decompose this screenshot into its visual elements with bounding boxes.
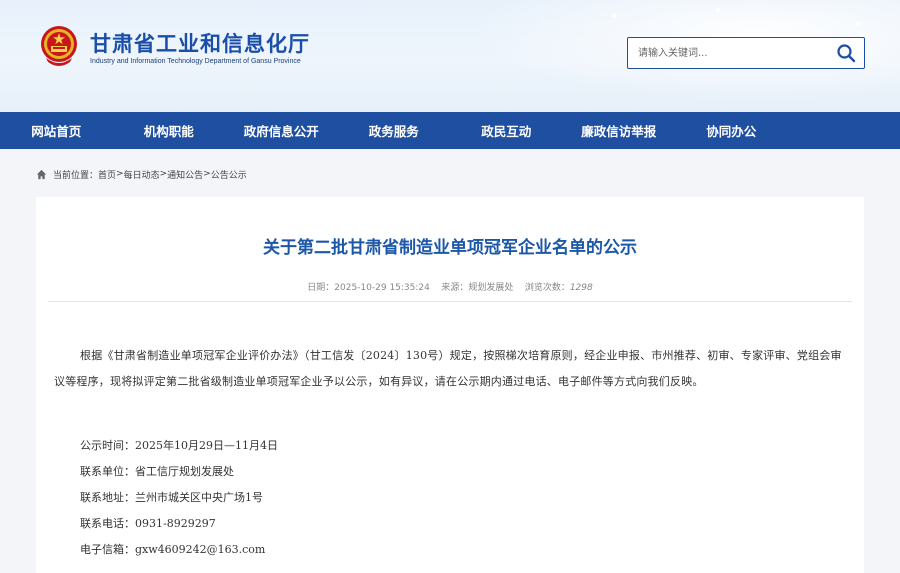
sparkle-decoration <box>716 8 720 12</box>
search-icon[interactable] <box>836 43 856 63</box>
search-box <box>627 37 865 69</box>
info-contact-unit: 联系单位：省工信厅规划发展处 <box>80 465 234 478</box>
date-label: 日期： <box>307 283 335 293</box>
breadcrumb-notices[interactable]: 通知公告 <box>167 168 203 181</box>
search-input[interactable] <box>628 38 828 68</box>
breadcrumb: 当前位置： 首页 > 每日动态 > 通知公告 > 公告公示 <box>36 167 247 181</box>
breadcrumb-separator: > <box>116 169 124 179</box>
sparkle-decoration <box>612 14 616 18</box>
info-contact-email[interactable]: 电子信箱：gxw4609242@163.com <box>80 541 265 557</box>
view-count: 1298 <box>569 283 593 293</box>
sparkle-decoration <box>856 22 860 26</box>
nav-item-interaction[interactable]: 政民互动 <box>450 121 563 140</box>
article-title: 关于第二批甘肃省制造业单项冠军企业名单的公示 <box>263 238 637 258</box>
source-label: 来源： <box>441 283 469 293</box>
nav-item-office[interactable]: 协同办公 <box>675 121 788 140</box>
info-contact-address: 联系地址：兰州市城关区中央广场1号 <box>80 491 263 504</box>
site-title[interactable]: 甘肃省工业和信息化厅 <box>90 28 310 58</box>
nav-item-info-disclosure[interactable]: 政府信息公开 <box>225 121 338 140</box>
article-card: 关于第二批甘肃省制造业单项冠军企业名单的公示 日期：2025-10-29 15:… <box>36 197 864 573</box>
nav-item-integrity-report[interactable]: 廉政信访举报 <box>563 121 676 140</box>
breadcrumb-separator: > <box>159 169 168 179</box>
breadcrumb-label: 当前位置： <box>53 170 99 181</box>
site-subtitle: Industry and Information Technology Depa… <box>90 58 301 65</box>
nav-item-home[interactable]: 网站首页 <box>0 121 113 140</box>
breadcrumb-home[interactable]: 首页 <box>98 168 116 181</box>
article-body: 根据《甘肃省制造业单项冠军企业评价办法》（甘工信发〔2024〕130号）规定，按… <box>54 349 842 388</box>
home-icon <box>36 169 47 179</box>
info-contact-phone: 联系电话：0931-8929297 <box>80 517 216 530</box>
info-publicity-period: 公示时间：2025年10月29日—11月4日 <box>80 439 278 452</box>
nav-item-gov-services[interactable]: 政务服务 <box>338 121 451 140</box>
article-source: 规划发展处 <box>468 283 514 293</box>
nav-item-functions[interactable]: 机构职能 <box>113 121 226 140</box>
national-emblem-icon <box>41 26 77 66</box>
hits-label: 浏览次数： <box>524 283 570 293</box>
divider <box>48 301 852 302</box>
breadcrumb-separator: > <box>203 169 211 179</box>
breadcrumb-announcements[interactable]: 公告公示 <box>211 168 247 181</box>
breadcrumb-daily-news[interactable]: 每日动态 <box>124 168 160 181</box>
site-header: 甘肃省工业和信息化厅 Industry and Information Tech… <box>0 0 900 112</box>
main-nav: 网站首页 机构职能 政府信息公开 政务服务 政民互动 廉政信访举报 协同办公 <box>0 112 900 149</box>
publish-date: 2025-10-29 15:35:24 <box>334 283 430 293</box>
article-meta: 日期：2025-10-29 15:35:24 来源：规划发展处 浏览次数：129… <box>36 280 864 293</box>
